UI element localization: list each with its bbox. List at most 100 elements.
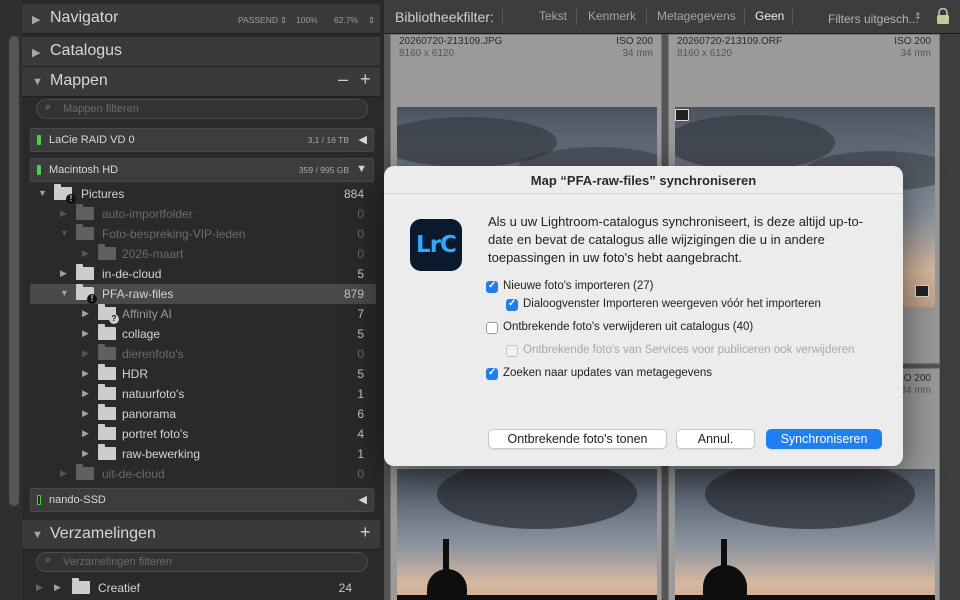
collapsed-triangle-icon[interactable]: ▶ — [82, 408, 89, 419]
checkbox-checked[interactable] — [506, 298, 518, 311]
collapsed-triangle-icon[interactable]: ▶ — [82, 388, 89, 399]
cancel-button[interactable]: Annul. — [676, 429, 755, 449]
folder-icon — [98, 324, 116, 340]
add-collection-button[interactable]: + — [360, 522, 371, 543]
folder-icon — [98, 424, 116, 440]
volume-nando-ssd[interactable]: nando-SSD ◀ — [30, 488, 374, 512]
volume-status-led — [37, 165, 41, 175]
folder-row-selected[interactable]: ▼ ! PFA-raw-files 879 — [30, 284, 376, 304]
collapsed-triangle-icon[interactable]: ▶ — [82, 308, 89, 319]
option-label: Dialoogvenster Importeren weergeven vóór… — [523, 298, 821, 310]
left-scrollbar-thumb[interactable] — [9, 36, 19, 506]
photo-thumbnail[interactable] — [397, 469, 657, 600]
expanded-triangle-icon[interactable]: ▼ — [38, 188, 47, 198]
grid-scrollbar[interactable] — [940, 34, 960, 600]
catalogus-header[interactable]: ▶ Catalogus — [22, 37, 380, 67]
folder-icon — [76, 224, 94, 240]
synchronize-button[interactable]: Synchroniseren — [766, 429, 882, 449]
warning-badge-icon: ! — [66, 194, 76, 204]
mappen-filter-placeholder: Mappen filteren — [63, 103, 139, 115]
app-icon-label: LrC — [416, 232, 457, 258]
missing-folder-icon: ? — [109, 314, 119, 324]
folder-count: 6 — [357, 407, 364, 421]
expanded-triangle-icon[interactable]: ▼ — [356, 163, 367, 175]
folder-row[interactable]: ▶ raw-bewerking 1 — [30, 444, 376, 464]
collapsed-triangle-icon[interactable]: ▶ — [36, 582, 43, 593]
folder-row[interactable]: ▶ collage 5 — [30, 324, 376, 344]
show-missing-photos-button[interactable]: Ontbrekende foto's tonen — [488, 429, 667, 449]
verzamelingen-header[interactable]: ▼ Verzamelingen + — [22, 520, 380, 550]
volume-status-led — [37, 135, 41, 145]
remove-folder-button[interactable]: – — [338, 69, 348, 90]
folder-row[interactable]: ▶ portret foto's 4 — [30, 424, 376, 444]
photo-thumbnail[interactable] — [675, 469, 935, 600]
collapsed-triangle-icon[interactable]: ▶ — [82, 248, 89, 259]
collapsed-triangle-icon[interactable]: ▶ — [82, 428, 89, 439]
folder-row[interactable]: ▼ ! Pictures 884 — [30, 184, 376, 204]
collapsed-triangle-icon[interactable]: ▶ — [82, 328, 89, 339]
navigator-title: Navigator — [50, 9, 119, 26]
folder-row[interactable]: ▶ in-de-cloud 5 — [30, 264, 376, 284]
folder-row[interactable]: ▶ auto-importfolder 0 — [30, 204, 376, 224]
folder-row[interactable]: ▶ panorama 6 — [30, 404, 376, 424]
dialog-title: Map “PFA-raw-files” synchroniseren — [530, 173, 757, 188]
expanded-triangle-icon: ▼ — [32, 529, 43, 541]
navigator-header[interactable]: ▶ Navigator PASSEND ⇕ 100% 62.7% ⇕ — [22, 4, 380, 34]
checkbox-checked[interactable] — [486, 367, 498, 380]
filter-tab-attribute[interactable]: Kenmerk — [588, 9, 636, 23]
collection-count: 24 — [338, 581, 352, 595]
collapsed-triangle-icon[interactable]: ◀ — [359, 133, 367, 146]
volume-size: 359 / 995 GB — [298, 165, 349, 175]
edit-badge-icon[interactable] — [915, 285, 929, 297]
collapsed-triangle-icon[interactable]: ▶ — [54, 582, 61, 593]
zoom-100-option[interactable]: 100% — [296, 15, 318, 25]
volume-macintosh-hd[interactable]: Macintosh HD 359 / 995 GB ▼ — [30, 158, 374, 182]
collapsed-triangle-icon[interactable]: ▶ — [60, 268, 67, 279]
volume-lacie[interactable]: LaCie RAID VD 0 3,1 / 16 TB ◀ — [30, 128, 374, 152]
folder-row[interactable]: ▶ natuurfoto's 1 — [30, 384, 376, 404]
verzamelingen-title: Verzamelingen — [50, 525, 156, 542]
collapsed-triangle-icon[interactable]: ▶ — [82, 368, 89, 379]
zoom-fit-option[interactable]: PASSEND — [238, 15, 278, 25]
filter-tab-none[interactable]: Geen — [755, 9, 784, 23]
add-folder-button[interactable]: + — [360, 69, 371, 90]
filter-preset-dropdown[interactable]: Filters uitgesch... — [828, 12, 919, 26]
collapsed-triangle-icon[interactable]: ▶ — [60, 468, 67, 479]
checkbox-unchecked[interactable] — [486, 322, 498, 334]
filter-tab-metadata[interactable]: Metagegevens — [657, 9, 736, 23]
folder-count: 0 — [357, 207, 364, 221]
checkbox-checked[interactable] — [486, 280, 498, 293]
verzamelingen-filter-input[interactable]: ⌕ Verzamelingen filteren — [36, 552, 368, 572]
warning-badge-icon: ! — [87, 294, 97, 304]
lock-icon[interactable] — [936, 8, 950, 25]
collection-set-row[interactable]: ▶ ▶ Creatief 24 — [30, 578, 376, 598]
zoom-fit-arrows-icon: ⇕ — [280, 15, 288, 25]
folder-name: panorama — [122, 407, 177, 421]
folder-row[interactable]: ▶ 2026-maart 0 — [30, 244, 376, 264]
collapsed-triangle-icon[interactable]: ▶ — [82, 348, 89, 359]
zoom-custom-option[interactable]: 62.7% — [334, 15, 358, 25]
folder-row[interactable]: ▶ HDR 5 — [30, 364, 376, 384]
expanded-triangle-icon[interactable]: ▼ — [60, 288, 69, 298]
collapsed-triangle-icon[interactable]: ◀ — [359, 493, 367, 506]
collapsed-triangle-icon: ▶ — [32, 14, 41, 26]
volume-name: LaCie RAID VD 0 — [49, 134, 135, 146]
folder-name: PFA-raw-files — [102, 287, 174, 301]
folder-icon — [98, 384, 116, 400]
mappen-header[interactable]: ▼ Mappen – + — [22, 67, 380, 97]
volume-name: Macintosh HD — [49, 164, 119, 176]
collapsed-triangle-icon[interactable]: ▶ — [60, 208, 67, 219]
folder-row[interactable]: ▶ uit-de-cloud 0 — [30, 464, 376, 484]
metadata-changed-icon[interactable] — [675, 109, 689, 121]
library-filter-bar: Bibliotheekfilter: Tekst Kenmerk Metageg… — [384, 0, 960, 34]
folder-row[interactable]: ▶ ? Affinity AI 7 — [30, 304, 376, 324]
mappen-filter-input[interactable]: ⌕ Mappen filteren — [36, 99, 368, 119]
folder-icon — [98, 244, 116, 260]
folder-row[interactable]: ▶ dierenfoto's 0 — [30, 344, 376, 364]
folder-icon — [76, 204, 94, 220]
collapsed-triangle-icon[interactable]: ▶ — [82, 448, 89, 459]
expanded-triangle-icon[interactable]: ▼ — [60, 228, 69, 238]
folder-row[interactable]: ▼ Foto-bespreking-VIP-leden 0 — [30, 224, 376, 244]
folder-count: 5 — [357, 367, 364, 381]
filter-tab-text[interactable]: Tekst — [539, 9, 567, 23]
